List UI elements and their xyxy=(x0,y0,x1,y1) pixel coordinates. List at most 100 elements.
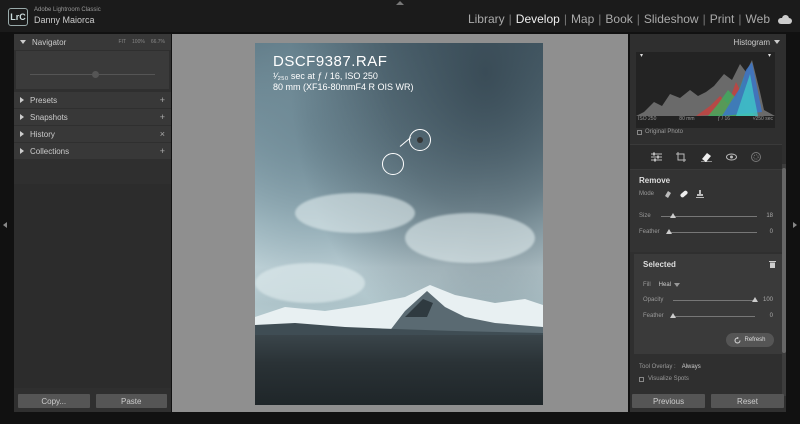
hist-iso: ISO 250 xyxy=(638,116,657,122)
info-overlay: DSCF9387.RAF ¹⁄₂₅₀ sec at ƒ / 16, ISO 25… xyxy=(273,53,414,92)
visualize-spots-label: Visualize Spots xyxy=(648,376,689,382)
module-print[interactable]: Print xyxy=(708,12,737,26)
photo-mountain xyxy=(255,285,543,337)
size-value[interactable]: 18 xyxy=(766,213,773,219)
collections-label: Collections xyxy=(30,146,70,156)
histogram-header[interactable]: Histogram xyxy=(630,34,786,50)
selected-feather-value[interactable]: 0 xyxy=(770,313,773,319)
remove-title: Remove xyxy=(639,176,671,185)
refresh-button[interactable]: Refresh xyxy=(726,333,774,347)
module-separator: | xyxy=(598,12,602,26)
mode-label: Mode xyxy=(639,191,655,197)
eraser-icon[interactable] xyxy=(700,151,712,163)
feather-slider-row[interactable]: Feather 0 xyxy=(639,228,773,236)
user-name: Danny Maiorca xyxy=(34,15,95,25)
collapse-top-panel-arrow[interactable] xyxy=(394,1,406,7)
photo[interactable]: DSCF9387.RAF ¹⁄₂₅₀ sec at ƒ / 16, ISO 25… xyxy=(255,43,543,405)
hist-focal: 80 mm xyxy=(679,116,695,122)
feather-slider-knob[interactable] xyxy=(666,229,672,234)
original-photo-label: Original Photo xyxy=(645,129,684,135)
fill-label: Fill xyxy=(643,282,651,288)
overlay-lens: 80 mm (XF16-80mmF4 R OIS WR) xyxy=(273,82,414,92)
zoom-66[interactable]: 66.7% xyxy=(151,39,165,45)
heal-spot-source[interactable] xyxy=(382,153,404,175)
clone-stamp-icon[interactable] xyxy=(696,190,705,198)
heal-mode-icon[interactable] xyxy=(680,190,688,198)
remove-panel: Remove Mode Size 18 Feather 0 xyxy=(630,170,782,252)
crop-icon[interactable] xyxy=(675,151,687,163)
expand-triangle-icon xyxy=(20,40,26,44)
identity-plate-bar: LrC Adobe Lightroom Classic Danny Maiorc… xyxy=(0,0,800,32)
collapse-left-panel-arrow[interactable] xyxy=(3,222,7,228)
module-separator: | xyxy=(563,12,567,26)
module-slideshow[interactable]: Slideshow xyxy=(642,12,701,26)
fill-select[interactable]: Heal xyxy=(659,282,671,288)
right-panel-scroll-thumb[interactable] xyxy=(782,168,786,353)
module-map[interactable]: Map xyxy=(569,12,596,26)
cloud-sync-icon[interactable] xyxy=(778,14,792,24)
chevron-down-icon[interactable] xyxy=(674,283,681,287)
lightroom-logo: LrC xyxy=(8,8,28,26)
add-snapshot-icon[interactable]: + xyxy=(160,112,165,122)
opacity-slider-track[interactable] xyxy=(673,300,755,301)
selected-feather-slider-knob[interactable] xyxy=(670,313,676,318)
trash-icon[interactable] xyxy=(769,260,776,268)
tool-strip xyxy=(630,144,782,170)
refresh-label: Refresh xyxy=(744,337,766,343)
image-canvas[interactable]: DSCF9387.RAF ¹⁄₂₅₀ sec at ƒ / 16, ISO 25… xyxy=(172,34,628,412)
module-separator: | xyxy=(702,12,706,26)
snapshots-header[interactable]: Snapshots + xyxy=(14,109,171,125)
masking-icon[interactable] xyxy=(750,151,762,163)
selected-feather-slider-row[interactable]: Feather 0 xyxy=(643,312,773,320)
presets-label: Presets xyxy=(30,95,58,105)
module-library[interactable]: Library xyxy=(466,12,507,26)
reset-button[interactable]: Reset xyxy=(711,394,784,408)
collections-header[interactable]: Collections + xyxy=(14,143,171,159)
opacity-slider-knob[interactable] xyxy=(752,297,758,302)
photo-ground xyxy=(255,335,543,405)
copy-button[interactable]: Copy... xyxy=(18,394,90,408)
size-slider-row[interactable]: Size 18 xyxy=(639,212,773,220)
visualize-spots-checkbox[interactable] xyxy=(639,376,644,382)
presets-header[interactable]: Presets + xyxy=(14,92,171,108)
red-eye-icon[interactable] xyxy=(725,151,737,163)
feather-value[interactable]: 0 xyxy=(770,229,773,235)
zoom-100[interactable]: 100% xyxy=(132,39,145,45)
content-aware-remove-icon[interactable] xyxy=(664,190,672,198)
navigator-preview[interactable] xyxy=(16,51,169,89)
photo-cloud xyxy=(295,193,415,233)
history-header[interactable]: History × xyxy=(14,126,171,142)
opacity-slider-row[interactable]: Opacity 100 xyxy=(643,296,773,304)
original-photo-checkbox[interactable] xyxy=(637,129,642,135)
clear-history-icon[interactable]: × xyxy=(160,129,165,139)
feather-slider-track[interactable] xyxy=(669,232,757,233)
module-separator: | xyxy=(508,12,512,26)
collapse-right-panel-arrow[interactable] xyxy=(793,222,797,228)
selected-feather-slider-track[interactable] xyxy=(673,316,755,317)
module-separator: | xyxy=(738,12,742,26)
size-slider-knob[interactable] xyxy=(669,213,676,218)
tool-overlay-select[interactable]: Always xyxy=(682,364,701,370)
left-panel-empty-area xyxy=(14,184,171,388)
opacity-value[interactable]: 100 xyxy=(763,297,773,303)
previous-button[interactable]: Previous xyxy=(632,394,705,408)
zoom-fit[interactable]: FIT xyxy=(119,39,127,45)
heal-spot-target[interactable] xyxy=(409,129,431,151)
edit-sliders-icon[interactable] xyxy=(650,151,662,163)
collapsed-triangle-icon xyxy=(20,131,24,137)
overlay-filename: DSCF9387.RAF xyxy=(273,53,388,70)
original-photo-toggle[interactable]: Original Photo xyxy=(637,129,683,135)
collapsed-triangle-icon xyxy=(20,148,24,154)
navigator-knob[interactable] xyxy=(92,71,99,78)
add-collection-icon[interactable]: + xyxy=(160,146,165,156)
opacity-label: Opacity xyxy=(643,297,664,303)
module-web[interactable]: Web xyxy=(744,12,772,26)
histogram-label: Histogram xyxy=(733,37,770,47)
add-preset-icon[interactable]: + xyxy=(160,95,165,105)
collapsed-triangle-icon xyxy=(20,114,24,120)
paste-button[interactable]: Paste xyxy=(95,394,167,408)
module-develop[interactable]: Develop xyxy=(514,12,562,26)
module-book[interactable]: Book xyxy=(603,12,634,26)
feather-label: Feather xyxy=(639,229,660,235)
navigator-header[interactable]: Navigator FIT 100% 66.7% xyxy=(14,34,171,50)
